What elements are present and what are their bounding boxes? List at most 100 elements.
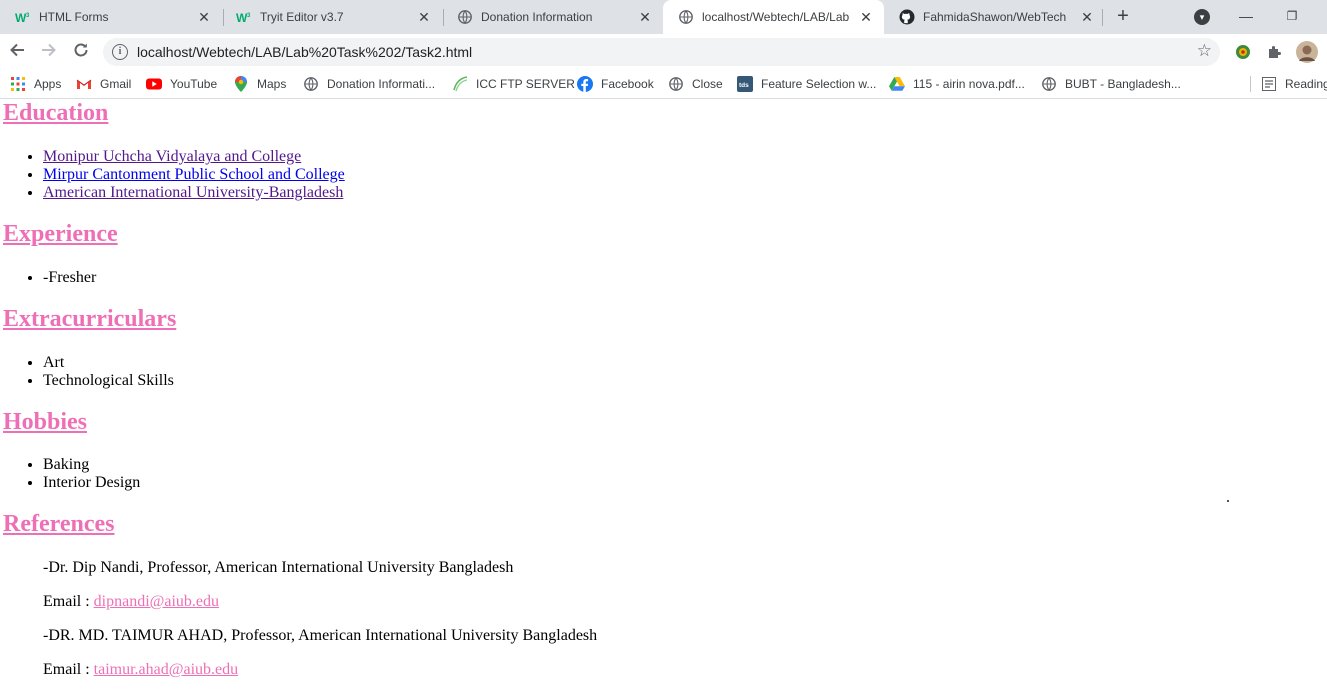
puzzle-extensions-icon[interactable] (1266, 43, 1284, 61)
heading-education: Education (3, 100, 109, 126)
bookmark-label: ICC FTP SERVER (476, 77, 575, 91)
maps-pin-icon (233, 76, 249, 92)
list-item: Technological Skills (43, 372, 174, 390)
forward-arrow-icon[interactable] (37, 40, 61, 64)
bookmark-label: Gmail (100, 77, 132, 91)
bookmark-facebook[interactable]: Facebook (577, 70, 654, 98)
w3schools-icon: W3 (15, 9, 31, 25)
browser-toolbar: i localhost/Webtech/LAB/Lab%20Task%202/T… (0, 34, 1327, 70)
list-item: Monipur Uchcha Vidyalaya and College (43, 148, 345, 166)
tab-title: HTML Forms (39, 10, 109, 24)
gmail-icon (76, 76, 92, 92)
email-label: Email : (43, 593, 94, 610)
bookmark-label: Feature Selection w... (761, 77, 877, 91)
globe-icon (457, 9, 473, 25)
list-item: Art (43, 354, 174, 372)
reference-1-name: -Dr. Dip Nandi, Professor, American Inte… (43, 559, 514, 576)
bookmark-donation-information[interactable]: Donation Informati... (303, 70, 435, 98)
apps-grid-icon (10, 76, 26, 92)
tab-strip: W3 HTML Forms ✕ W3 Tryit Editor v3.7 ✕ D… (0, 0, 1327, 34)
svg-text:3: 3 (26, 13, 30, 19)
extension-icon[interactable] (1234, 43, 1252, 61)
back-arrow-icon[interactable] (5, 40, 29, 64)
heading-hobbies: Hobbies (3, 409, 88, 435)
email-label: Email : (43, 661, 94, 678)
globe-icon (678, 9, 694, 25)
education-link-aiub[interactable]: American International University-Bangla… (43, 184, 343, 201)
close-tab-icon[interactable]: ✕ (416, 9, 432, 25)
globe-icon (303, 76, 319, 92)
list-item: American International University-Bangla… (43, 184, 345, 202)
bookmark-label: Facebook (601, 77, 654, 91)
minimize-icon[interactable]: — (1236, 6, 1256, 26)
bookmark-apps[interactable]: Apps (10, 70, 61, 98)
close-tab-icon[interactable]: ✕ (1079, 9, 1095, 25)
address-bar-url[interactable]: localhost/Webtech/LAB/Lab%20Task%202/Tas… (137, 44, 472, 60)
bookmark-close[interactable]: Close (668, 70, 723, 98)
reference-2-email-link[interactable]: taimur.ahad@aiub.edu (94, 661, 238, 678)
list-item: Baking (43, 456, 140, 474)
list-item: -Fresher (43, 269, 96, 287)
icc-icon (452, 76, 468, 92)
address-bar[interactable]: i localhost/Webtech/LAB/Lab%20Task%202/T… (103, 38, 1220, 66)
profile-avatar-icon[interactable] (1296, 41, 1318, 63)
close-tab-icon[interactable]: ✕ (858, 9, 874, 25)
svg-text:tds: tds (739, 82, 749, 89)
tab-github-webtech[interactable]: FahmidaShawon/WebTech ✕ (884, 0, 1105, 34)
tab-title: Donation Information (481, 10, 593, 24)
bookmarks-bar: Apps Gmail YouTube Maps Donation Informa… (0, 70, 1327, 99)
bookmark-label: Close (692, 77, 723, 91)
site-info-icon[interactable]: i (112, 44, 128, 60)
reference-2-name: -DR. MD. TAIMUR AHAD, Professor, America… (43, 627, 598, 644)
globe-icon (1041, 76, 1057, 92)
bookmark-youtube[interactable]: YouTube (146, 70, 217, 98)
reference-1-email-link[interactable]: dipnandi@aiub.edu (94, 593, 219, 610)
stray-dot (1227, 500, 1229, 502)
list-item: Mirpur Cantonment Public School and Coll… (43, 166, 345, 184)
bookmark-maps[interactable]: Maps (233, 70, 286, 98)
bookmark-star-icon[interactable]: ☆ (1197, 41, 1212, 61)
tds-icon: tds (737, 76, 753, 92)
page-viewport: Education Monipur Uchcha Vidyalaya and C… (0, 99, 1327, 691)
svg-text:3: 3 (247, 13, 251, 19)
bookmark-label: 115 - airin nova.pdf... (913, 77, 1025, 91)
bookmark-bubt[interactable]: BUBT - Bangladesh... (1041, 70, 1181, 98)
w3schools-icon: W3 (236, 9, 252, 25)
restore-icon[interactable]: ❐ (1282, 6, 1302, 26)
youtube-icon (146, 76, 162, 92)
tab-localhost-active[interactable]: localhost/Webtech/LAB/Lab ✕ (663, 0, 884, 34)
tab-tryit-editor[interactable]: W3 Tryit Editor v3.7 ✕ (221, 0, 442, 34)
close-tab-icon[interactable]: ✕ (637, 9, 653, 25)
bookmark-icc-ftp-server[interactable]: ICC FTP SERVER (452, 70, 575, 98)
facebook-icon (577, 76, 593, 92)
education-list: Monipur Uchcha Vidyalaya and College Mir… (0, 148, 345, 202)
close-tab-icon[interactable]: ✕ (196, 9, 212, 25)
bookmark-gmail[interactable]: Gmail (76, 70, 131, 98)
tab-separator (1102, 9, 1103, 26)
bookmark-feature-selection[interactable]: tds Feature Selection w... (737, 70, 876, 98)
hobbies-list: Baking Interior Design (0, 456, 140, 492)
reading-list-button[interactable]: Reading (1261, 70, 1327, 98)
heading-references: References (3, 511, 115, 537)
reading-list-icon (1261, 76, 1277, 92)
tab-donation-information[interactable]: Donation Information ✕ (442, 0, 663, 34)
bookmark-label: YouTube (170, 77, 218, 91)
bookmark-google-drive-pdf[interactable]: 115 - airin nova.pdf... (889, 70, 1025, 98)
reference-2-email-row: Email : taimur.ahad@aiub.edu (43, 661, 238, 679)
tab-title: FahmidaShawon/WebTech (923, 10, 1067, 24)
tab-search-icon[interactable]: ▾ (1194, 9, 1210, 25)
extracurriculars-list: Art Technological Skills (0, 354, 174, 390)
bookmark-label: Apps (34, 77, 62, 91)
globe-icon (668, 76, 684, 92)
education-link-monipur[interactable]: Monipur Uchcha Vidyalaya and College (43, 148, 301, 165)
tab-html-forms[interactable]: W3 HTML Forms ✕ (0, 0, 222, 34)
reading-list-label: Reading (1285, 77, 1327, 91)
reload-icon[interactable] (69, 40, 93, 64)
experience-list: -Fresher (0, 269, 96, 287)
new-tab-button[interactable]: + (1112, 6, 1134, 28)
education-link-mirpur[interactable]: Mirpur Cantonment Public School and Coll… (43, 166, 345, 183)
tab-title: localhost/Webtech/LAB/Lab (702, 10, 850, 24)
reference-1-email-row: Email : dipnandi@aiub.edu (43, 593, 219, 611)
heading-extracurriculars: Extracurriculars (3, 306, 177, 332)
bookmark-label: Donation Informati... (327, 77, 436, 91)
